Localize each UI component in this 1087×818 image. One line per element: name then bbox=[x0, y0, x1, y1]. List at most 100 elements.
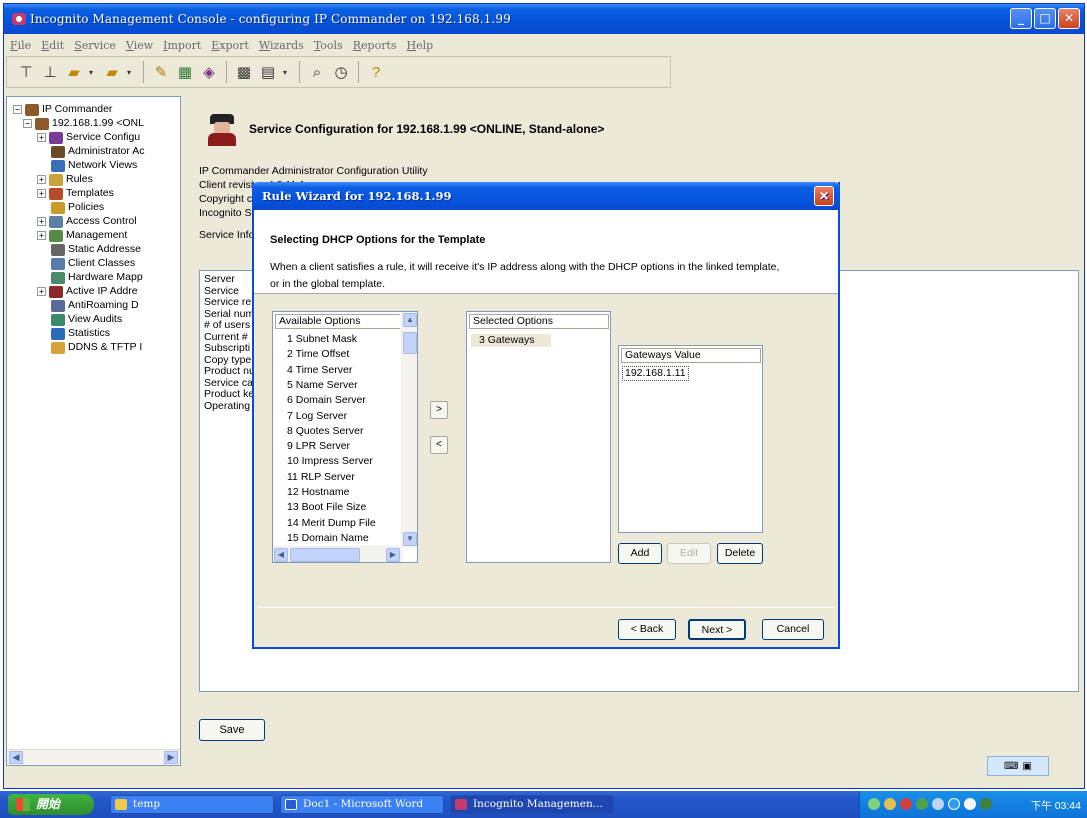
tree-item[interactable]: Network Views bbox=[51, 159, 137, 172]
filter-alt-icon[interactable]: ⊥ bbox=[41, 63, 59, 81]
collapse-icon[interactable]: − bbox=[13, 105, 22, 114]
available-options-header[interactable]: Available Options bbox=[275, 314, 400, 329]
clock[interactable]: 下午 03:44 bbox=[1031, 798, 1081, 813]
expand-icon[interactable]: + bbox=[37, 133, 46, 142]
scroll-down-icon[interactable]: ▼ bbox=[403, 532, 417, 546]
menu-export[interactable]: Export bbox=[211, 39, 249, 52]
expand-icon[interactable]: + bbox=[37, 175, 46, 184]
edit-value-button[interactable]: Edit bbox=[667, 543, 711, 564]
collapse-icon[interactable]: − bbox=[23, 119, 32, 128]
tree-item[interactable]: + Active IP Addre bbox=[37, 285, 138, 298]
zoom-icon[interactable]: ⌕ bbox=[308, 63, 326, 81]
menu-edit[interactable]: Edit bbox=[41, 39, 64, 52]
selected-option-item[interactable]: 3 Gateways bbox=[471, 334, 551, 347]
selected-options-header[interactable]: Selected Options bbox=[469, 314, 609, 329]
start-button[interactable]: 開始 bbox=[8, 794, 94, 815]
help-icon[interactable]: ? bbox=[367, 63, 385, 81]
tray-icon[interactable] bbox=[932, 798, 944, 810]
available-vertical-scrollbar[interactable]: ▲ ▼ bbox=[401, 312, 417, 548]
available-option-item[interactable]: 14 Merit Dump File bbox=[287, 517, 376, 530]
tree-item[interactable]: − IP Commander bbox=[13, 103, 112, 116]
tree-item[interactable]: + Service Configu bbox=[37, 131, 140, 144]
maximize-button[interactable]: □ bbox=[1034, 8, 1056, 29]
tree-item[interactable]: + Access Control bbox=[37, 215, 137, 228]
security-icon[interactable] bbox=[900, 798, 912, 810]
expand-icon[interactable]: + bbox=[37, 189, 46, 198]
available-horizontal-scrollbar[interactable]: ◀ ▶ bbox=[273, 546, 403, 562]
scroll-up-icon[interactable]: ▲ bbox=[403, 313, 417, 327]
language-bar[interactable]: ⌨ ▣ bbox=[987, 756, 1049, 776]
chevron-down-icon[interactable]: ▾ bbox=[89, 68, 97, 77]
menu-wizards[interactable]: Wizards bbox=[259, 39, 304, 52]
keyboard-icon[interactable]: ⌨ bbox=[1004, 761, 1018, 772]
chevron-down-icon[interactable]: ▾ bbox=[127, 68, 135, 77]
scroll-right-icon[interactable]: ▶ bbox=[386, 548, 400, 562]
remove-option-button[interactable]: < bbox=[430, 436, 448, 454]
menu-reports[interactable]: Reports bbox=[353, 39, 397, 52]
menu-file[interactable]: File bbox=[10, 39, 31, 52]
save-button[interactable]: Save bbox=[199, 719, 265, 741]
tree-item[interactable]: Administrator Ac bbox=[51, 145, 144, 158]
available-option-item[interactable]: 12 Hostname bbox=[287, 486, 349, 499]
expand-icon[interactable]: + bbox=[37, 217, 46, 226]
dialog-title-bar[interactable]: Rule Wizard for 192.168.1.99 ✕ bbox=[252, 182, 840, 210]
volume-icon[interactable] bbox=[964, 798, 976, 810]
chevron-down-icon[interactable]: ▾ bbox=[283, 68, 291, 77]
help-icon[interactable]: ▣ bbox=[1022, 761, 1031, 772]
tree-item[interactable]: Client Classes bbox=[51, 257, 135, 270]
network-icon[interactable] bbox=[868, 798, 880, 810]
tree-item[interactable]: + Management bbox=[37, 229, 127, 242]
available-option-item[interactable]: 13 Boot File Size bbox=[287, 501, 366, 514]
cancel-button[interactable]: Cancel bbox=[762, 619, 824, 640]
menu-view[interactable]: View bbox=[126, 39, 153, 52]
available-option-item[interactable]: 7 Log Server bbox=[287, 410, 347, 423]
available-option-item[interactable]: 8 Quotes Server bbox=[287, 425, 363, 438]
document-icon[interactable]: ▤ bbox=[259, 63, 277, 81]
title-bar[interactable]: Incognito Management Console - configuri… bbox=[4, 4, 1084, 34]
tree-item[interactable]: AntiRoaming D bbox=[51, 299, 139, 312]
filter-icon[interactable]: ⊤ bbox=[17, 63, 35, 81]
menu-tools[interactable]: Tools bbox=[314, 39, 343, 52]
grid-icon[interactable]: ▦ bbox=[176, 63, 194, 81]
gateway-value-item[interactable]: 192.168.1.11 bbox=[622, 366, 689, 381]
tray-icon[interactable] bbox=[916, 798, 928, 810]
available-option-item[interactable]: 15 Domain Name bbox=[287, 532, 369, 545]
back-button[interactable]: < Back bbox=[618, 619, 676, 640]
tree-item[interactable]: + Templates bbox=[37, 187, 114, 200]
tree-item[interactable]: Static Addresse bbox=[51, 243, 141, 256]
taskbar-item-incognito[interactable]: Incognito Managemen... bbox=[450, 795, 614, 814]
available-options-list[interactable]: Available Options ▲ ▼ ◀ ▶ 1 Subnet Mask 2… bbox=[272, 311, 418, 563]
available-option-item[interactable]: 4 Time Server bbox=[287, 364, 352, 377]
available-option-item[interactable]: 2 Time Offset bbox=[287, 348, 349, 361]
search-doc-icon[interactable]: ◈ bbox=[200, 63, 218, 81]
edit-icon[interactable]: ✎ bbox=[152, 63, 170, 81]
expand-icon[interactable]: + bbox=[37, 287, 46, 296]
gateways-value-list[interactable]: Gateways Value 192.168.1.11 bbox=[618, 345, 763, 533]
delete-value-button[interactable]: Delete bbox=[717, 543, 763, 564]
menu-service[interactable]: Service bbox=[74, 39, 116, 52]
tree-item[interactable]: − 192.168.1.99 <ONL bbox=[23, 117, 144, 130]
open-alt-icon[interactable]: ▰ bbox=[103, 63, 121, 81]
scroll-right-icon[interactable]: ▶ bbox=[164, 751, 178, 764]
scroll-thumb[interactable] bbox=[403, 332, 417, 354]
tray-icon[interactable] bbox=[884, 798, 896, 810]
add-value-button[interactable]: Add bbox=[618, 543, 662, 564]
selected-options-list[interactable]: Selected Options 3 Gateways bbox=[466, 311, 611, 563]
dialog-close-button[interactable]: ✕ bbox=[814, 186, 834, 206]
chart-icon[interactable]: ▩ bbox=[235, 63, 253, 81]
scroll-left-icon[interactable]: ◀ bbox=[9, 751, 23, 764]
gateways-value-header[interactable]: Gateways Value bbox=[621, 348, 761, 363]
taskbar-item-temp[interactable]: temp bbox=[110, 795, 274, 814]
available-option-item[interactable]: 10 Impress Server bbox=[287, 455, 373, 468]
available-option-item[interactable]: 1 Subnet Mask bbox=[287, 333, 357, 346]
taskbar-item-word[interactable]: Doc1 - Microsoft Word bbox=[280, 795, 444, 814]
expand-icon[interactable]: + bbox=[37, 231, 46, 240]
add-option-button[interactable]: > bbox=[430, 401, 448, 419]
close-button[interactable]: ✕ bbox=[1058, 8, 1080, 29]
tray-icon[interactable] bbox=[980, 798, 992, 810]
scroll-left-icon[interactable]: ◀ bbox=[274, 548, 288, 562]
available-option-item[interactable]: 11 RLP Server bbox=[287, 471, 355, 484]
available-option-item[interactable]: 5 Name Server bbox=[287, 379, 358, 392]
menu-help[interactable]: Help bbox=[407, 39, 434, 52]
tree-item[interactable]: Hardware Mapp bbox=[51, 271, 143, 284]
